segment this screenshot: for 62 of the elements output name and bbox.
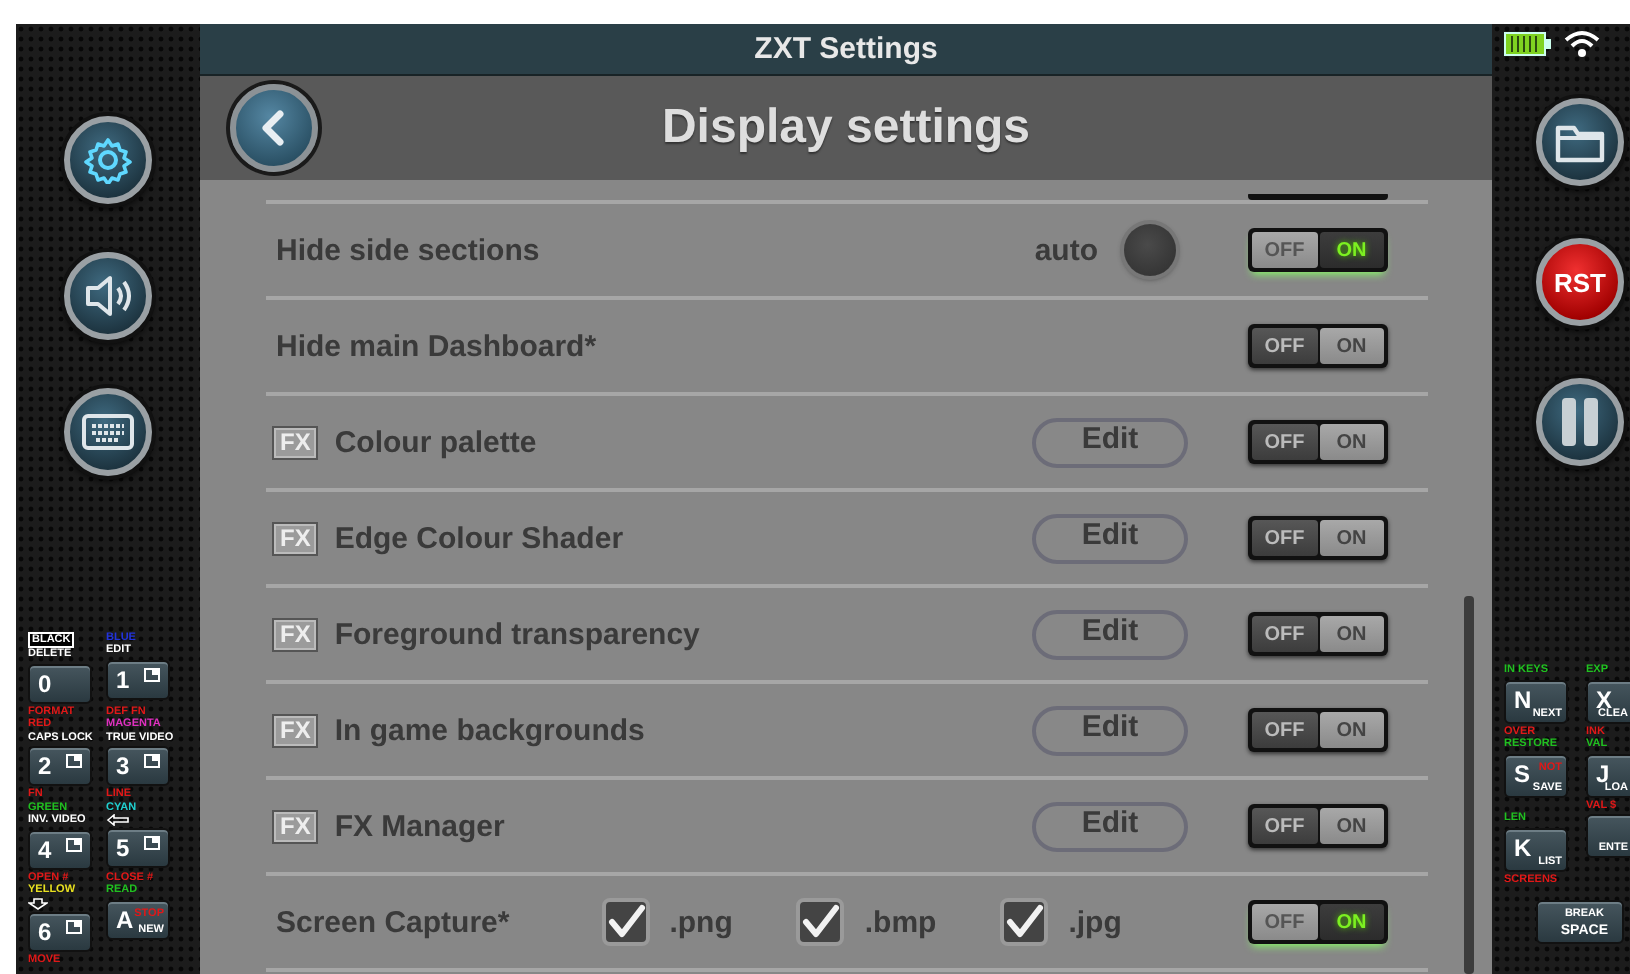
- checkbox[interactable]: [601, 898, 650, 946]
- setting-label: Edge Colour Shader: [334, 521, 624, 555]
- toggle-switch[interactable]: [1248, 194, 1388, 200]
- wifi-icon: [1564, 30, 1600, 58]
- keyboard-key[interactable]: 5: [106, 828, 170, 868]
- scrollbar[interactable]: [1464, 596, 1474, 974]
- block-graphic-icon: [144, 754, 160, 768]
- down-arrow-icon: [28, 897, 48, 909]
- format-label: .bmp: [864, 905, 937, 939]
- fx-badge: FX: [272, 521, 319, 555]
- fx-badge: FX: [272, 617, 319, 651]
- auto-knob[interactable]: [1124, 224, 1176, 276]
- fx-badge: FX: [272, 713, 319, 747]
- block-graphic-icon: [144, 836, 160, 850]
- keyboard-key[interactable]: 0: [28, 663, 92, 703]
- keyboard-key[interactable]: 6: [28, 911, 92, 951]
- setting-label: Foreground transparency: [334, 617, 700, 651]
- sound-button[interactable]: [64, 252, 152, 340]
- gear-icon: [84, 136, 132, 184]
- folder-button[interactable]: [1536, 98, 1624, 186]
- setting-label: Hide main Dashboard*: [274, 329, 597, 363]
- setting-label: Colour palette: [334, 425, 537, 459]
- battery-icon: [1504, 32, 1552, 56]
- keyboard-key[interactable]: 3: [106, 746, 170, 786]
- format-label: .jpg: [1068, 905, 1122, 939]
- keyboard-key[interactable]: 2: [28, 746, 92, 786]
- keyboard-button[interactable]: [64, 388, 152, 476]
- toggle-switch[interactable]: OFF ON: [1248, 708, 1388, 752]
- folder-icon: [1554, 120, 1606, 164]
- setting-label: Hide side sections: [274, 233, 540, 267]
- toggle-switch[interactable]: OFF ON: [1248, 516, 1388, 560]
- window-title: ZXT Settings: [200, 24, 1492, 76]
- toggle-switch[interactable]: OFF ON: [1248, 900, 1388, 944]
- setting-label: In game backgrounds: [334, 713, 645, 747]
- setting-label: FX Manager: [334, 809, 505, 843]
- page-title: Display settings: [661, 100, 1031, 156]
- toggle-switch[interactable]: OFF ON: [1248, 612, 1388, 656]
- settings-button[interactable]: [64, 116, 152, 204]
- toggle-switch[interactable]: OFF ON: [1248, 804, 1388, 848]
- keyboard-key[interactable]: 4: [28, 829, 92, 869]
- checkbox[interactable]: [1000, 898, 1049, 946]
- fx-badge: FX: [272, 809, 319, 843]
- fx-badge: FX: [272, 425, 319, 459]
- keyboard-key[interactable]: 1: [106, 659, 170, 699]
- left-arrow-icon: [106, 814, 130, 826]
- pause-icon: [1558, 396, 1602, 448]
- setting-label: Screen Capture*: [274, 905, 510, 939]
- block-graphic-icon: [144, 667, 160, 681]
- block-graphic-icon: [66, 919, 82, 933]
- reset-button[interactable]: RST: [1536, 238, 1624, 326]
- pause-button[interactable]: [1536, 378, 1624, 466]
- toggle-switch[interactable]: OFF ON: [1248, 324, 1388, 368]
- back-button[interactable]: [230, 84, 318, 172]
- keyboard-icon: [82, 414, 134, 450]
- checkbox[interactable]: [796, 898, 845, 946]
- format-label: .png: [669, 905, 733, 939]
- auto-label: auto: [1034, 233, 1098, 267]
- toggle-switch[interactable]: OFF ON: [1248, 420, 1388, 464]
- speaker-icon: [82, 272, 134, 320]
- block-graphic-icon: [66, 837, 82, 851]
- toggle-switch[interactable]: OFF ON: [1248, 228, 1388, 272]
- block-graphic-icon: [66, 754, 82, 768]
